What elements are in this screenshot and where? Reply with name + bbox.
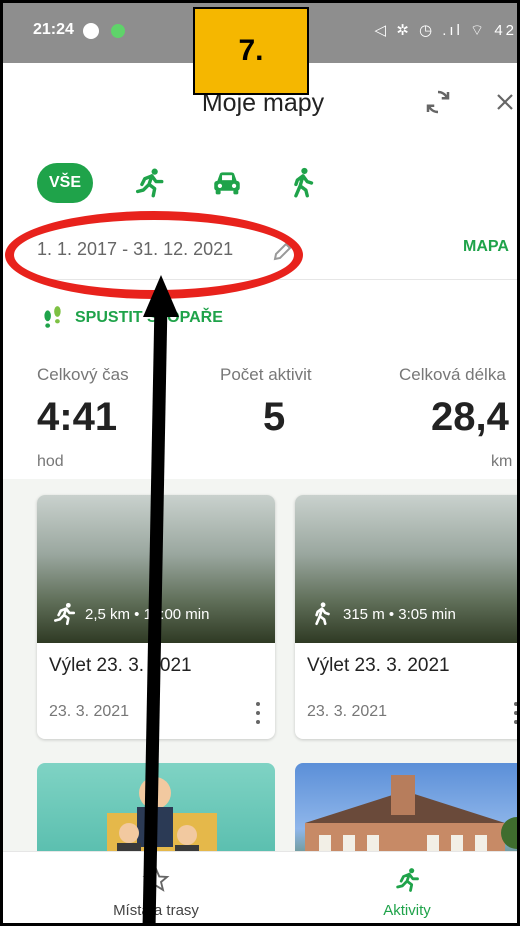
more-options-button[interactable] — [511, 699, 517, 727]
stat-value-time: 4:41 — [37, 395, 118, 439]
stat-label-time: Celkový čas — [37, 365, 129, 384]
run-icon — [396, 868, 419, 892]
app-screen: 21:24 ◁ ✲ ◷ .ıl ⌔ 42 7. Moje mapy VŠE 1.… — [0, 0, 520, 926]
nav-item-places[interactable]: Místa a trasy — [81, 852, 231, 923]
status-icons: ◁ ✲ ◷ .ıl ⌔ 42 — [374, 22, 517, 39]
map-button[interactable]: MAPA — [463, 238, 509, 256]
filter-run-button[interactable] — [127, 163, 171, 203]
filter-all-chip[interactable]: VŠE — [37, 163, 93, 203]
nav-item-activities[interactable]: Aktivity — [347, 852, 467, 923]
tracker-label: SPUSTIT STOPAŘE — [75, 309, 223, 326]
nav-label-activities: Aktivity — [383, 902, 431, 919]
notification-icon — [111, 24, 125, 38]
divider — [37, 279, 517, 280]
activity-title: Výlet 23. 3. 2021 — [49, 655, 192, 676]
run-icon — [54, 602, 76, 626]
activity-meta: 315 m • 3:05 min — [309, 599, 456, 629]
start-tracker-button[interactable]: SPUSTIT STOPAŘE — [39, 305, 223, 331]
activity-card[interactable]: 2,5 km • 18:00 min Výlet 23. 3. 2021 23.… — [37, 495, 275, 739]
spotify-icon — [83, 23, 99, 39]
walk-icon — [315, 602, 330, 626]
stat-value-count: 5 — [263, 395, 286, 439]
stat-label-count: Počet aktivit — [220, 365, 312, 384]
activity-date: 23. 3. 2021 — [49, 703, 130, 720]
filter-car-button[interactable] — [205, 163, 249, 203]
stat-value-distance: 28,4 — [431, 395, 509, 439]
stat-unit-distance: km — [491, 453, 513, 470]
close-icon — [497, 94, 513, 110]
run-icon — [135, 168, 164, 198]
more-options-button[interactable] — [253, 699, 263, 727]
refresh-button[interactable] — [421, 85, 455, 119]
activity-meta-text: 2,5 km • 18:00 min — [85, 605, 210, 623]
stat-label-distance: Celková délka — [399, 365, 506, 384]
date-range[interactable]: 1. 1. 2017 - 31. 12. 2021 — [37, 239, 233, 260]
walk-icon — [294, 167, 314, 198]
status-time: 21:24 — [33, 21, 74, 38]
stat-unit-time: hod — [37, 453, 64, 470]
star-outline-icon — [142, 866, 170, 892]
filter-walk-button[interactable] — [281, 163, 325, 203]
nav-label-places: Místa a trasy — [113, 902, 199, 919]
activity-title: Výlet 23. 3. 2021 — [307, 655, 450, 676]
step-callout: 7. — [193, 7, 309, 95]
car-icon — [214, 172, 240, 195]
close-button[interactable] — [493, 85, 517, 119]
footprints-icon — [44, 306, 61, 328]
activity-date: 23. 3. 2021 — [307, 703, 388, 720]
bottom-navigation: Místa a trasy Aktivity — [3, 851, 517, 923]
activity-card[interactable]: 315 m • 3:05 min Výlet 23. 3. 2021 23. 3… — [295, 495, 517, 739]
activity-meta: 2,5 km • 18:00 min — [51, 599, 209, 629]
refresh-icon — [426, 90, 450, 114]
activity-meta-text: 315 m • 3:05 min — [343, 605, 456, 623]
pencil-icon[interactable] — [271, 239, 295, 263]
